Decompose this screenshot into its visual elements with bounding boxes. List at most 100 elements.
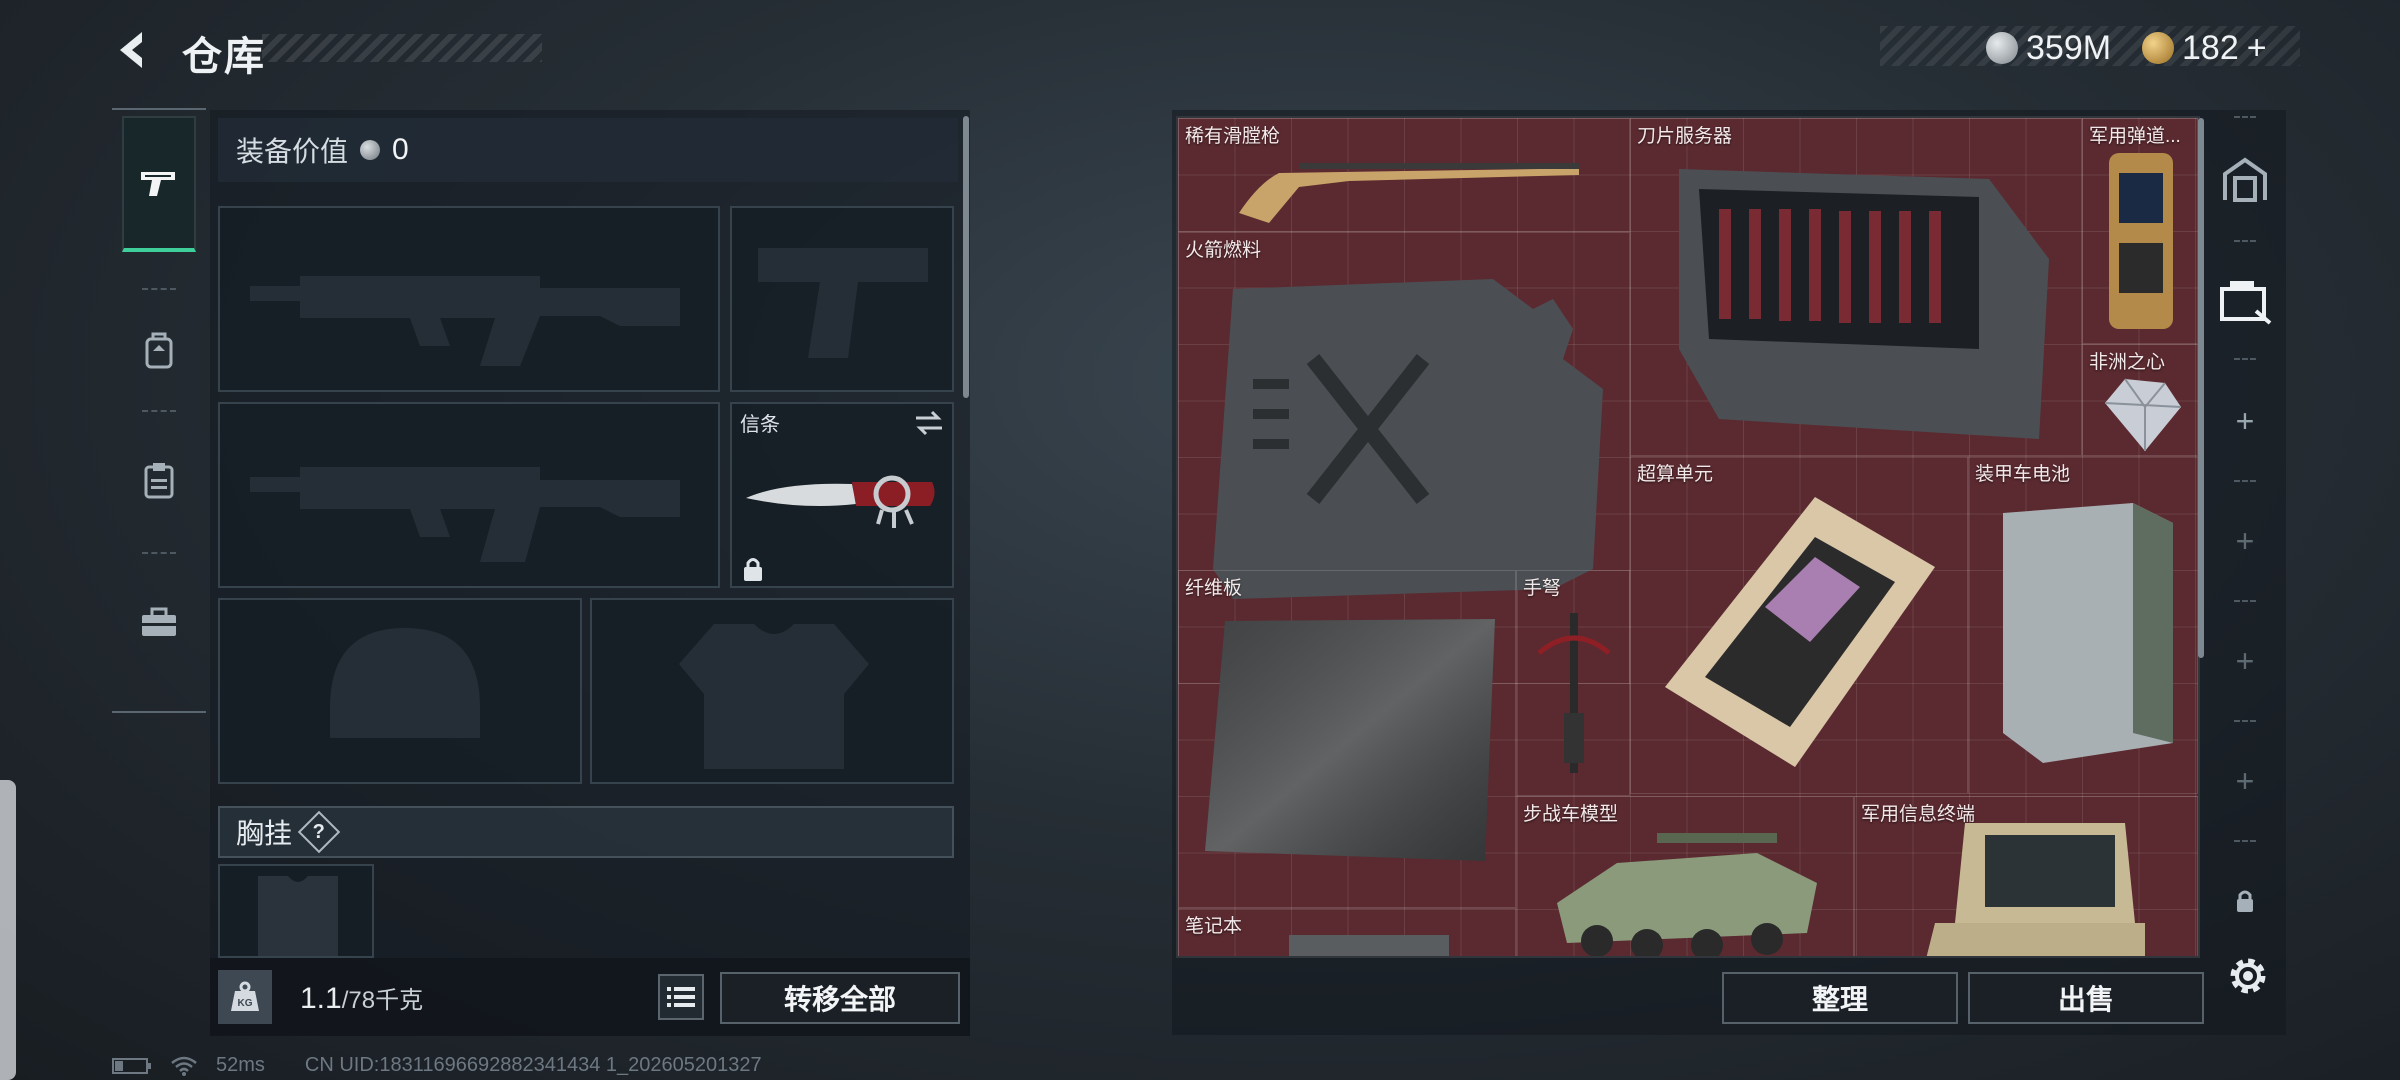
melee-slot[interactable]: 信条 [730, 402, 954, 588]
stash-item-military-terminal[interactable]: 军用信息终端 [1854, 796, 2198, 956]
equipment-value-label: 装备价值 [236, 136, 349, 167]
weight-max: /78千克 [341, 987, 424, 1014]
diamond-icon [2104, 378, 2182, 451]
cash-register-icon [2220, 281, 2272, 325]
category-tools[interactable] [122, 580, 196, 664]
stash-scrollbar[interactable] [2198, 118, 2204, 658]
stash-tab-add-2[interactable]: + [2208, 486, 2282, 596]
chest-rig-header: 胸挂 ? [218, 806, 954, 858]
carry-weight: 1.1/78千克 [300, 980, 423, 1016]
page-title: 仓库 [182, 35, 266, 79]
clipboard-icon [144, 463, 174, 499]
add-gold-button[interactable]: + [2247, 29, 2267, 68]
stash-tab-add-1[interactable]: + [2208, 366, 2282, 476]
wifi-icon [171, 1056, 197, 1076]
settings-button[interactable] [2222, 950, 2274, 1002]
stash-item-fiberboard[interactable]: 纤维板 [1178, 570, 1516, 908]
stash-grid: 稀有滑膛枪 刀片服务器 军用弹道... 火箭燃料 非洲之心 超算单元 装甲车电池… [1176, 116, 2200, 958]
helmet-silhouette-icon [330, 628, 480, 738]
backpack-icon [145, 332, 173, 369]
stash-item-blade-server[interactable]: 刀片服务器 [1630, 118, 2082, 456]
stash-item-ifv-model[interactable]: 步战车模型 [1516, 796, 1854, 956]
stash-item-apc-battery[interactable]: 装甲车电池 [1968, 456, 2198, 794]
crossbow-icon [1537, 613, 1611, 773]
sort-button[interactable]: 整理 [1722, 972, 1958, 1024]
list-view-button[interactable] [658, 974, 704, 1020]
toolbox-icon [142, 607, 176, 636]
svg-text:KG: KG [238, 998, 253, 1009]
stash-tab-add-3[interactable]: + [2208, 606, 2282, 716]
stash-tab-vault[interactable] [2208, 124, 2282, 234]
stash-tab-add-4[interactable]: + [2208, 726, 2282, 836]
gold-amount: 182 [2182, 28, 2239, 67]
stash-item-hand-crossbow[interactable]: 手弩 [1516, 570, 1630, 796]
carbon-fiber-board-icon [1205, 619, 1495, 861]
stash-tab-locked[interactable] [2208, 846, 2282, 956]
musket-icon [1239, 163, 1579, 223]
ifv-model-icon [1557, 833, 1817, 956]
melee-slot-label: 信条 [740, 414, 780, 436]
armor-silhouette-icon [679, 624, 869, 769]
chest-rig-slot[interactable] [218, 864, 374, 958]
plus-icon: + [2235, 402, 2255, 439]
back-arrow-icon [120, 32, 142, 68]
stash-item-laptop[interactable]: 笔记本 [1178, 908, 1516, 956]
back-button[interactable] [112, 28, 156, 72]
stash-item-diamond[interactable]: 非洲之心 [2082, 344, 2198, 456]
equipment-value: 0 [392, 133, 409, 166]
category-tasks[interactable] [122, 438, 196, 522]
laptop-icon [1289, 935, 1449, 956]
lock-icon [744, 558, 762, 581]
silver-coin-icon [360, 140, 381, 160]
plus-icon: + [2235, 642, 2255, 679]
stash-side-rail: + + + + [2208, 116, 2282, 956]
chest-rig-help-button[interactable]: ? [297, 810, 341, 854]
chest-rig-label: 胸挂 [236, 818, 293, 849]
sell-button[interactable]: 出售 [1968, 972, 2204, 1024]
plus-icon: + [2235, 762, 2255, 799]
knife-icon [746, 475, 935, 528]
primary-weapon-slot-2[interactable] [218, 402, 720, 588]
equipment-scrollbar[interactable] [963, 116, 969, 398]
armor-slot[interactable] [590, 598, 954, 784]
rifle-silhouette-icon [250, 467, 680, 562]
transfer-all-button[interactable]: 转移全部 [720, 972, 960, 1024]
chest-rig-silhouette-icon [258, 876, 338, 956]
swap-icon[interactable] [914, 410, 944, 436]
ballistic-computer-icon [2109, 153, 2173, 329]
status-bar: 52ms CN UID:18311696692882341434 1_20260… [112, 1054, 762, 1077]
lock-icon [2237, 890, 2253, 912]
equipment-value-bar: 装备价值 0 [218, 118, 958, 182]
pistol-icon [141, 172, 175, 196]
category-backpack[interactable] [122, 308, 196, 392]
pistol-silhouette-icon [758, 248, 928, 358]
pistol-slot[interactable] [730, 206, 954, 392]
kg-weight-icon: KG [218, 970, 272, 1024]
battery-status-icon [112, 1057, 151, 1074]
weight-current: 1.1 [300, 982, 342, 1015]
stash-item-ballistic-computer[interactable]: 军用弹道... [2082, 118, 2198, 344]
supercomputer-board-icon [1665, 497, 1935, 767]
gold-currency[interactable]: 182 + [2142, 28, 2267, 68]
rifle-silhouette-icon [250, 276, 680, 366]
stash-item-supercomputer-unit[interactable]: 超算单元 [1630, 456, 1968, 794]
gold-coin-icon [2142, 32, 2174, 64]
blade-server-icon [1679, 169, 2049, 439]
primary-weapon-slot-1[interactable] [218, 206, 720, 392]
category-weapons[interactable] [122, 116, 196, 252]
stash-tab-trade[interactable] [2208, 246, 2282, 356]
military-terminal-icon [1926, 823, 2145, 956]
helmet-slot[interactable] [218, 598, 582, 784]
title-decoration [262, 34, 542, 62]
list-icon [667, 987, 695, 1007]
silver-amount: 359M [2026, 28, 2112, 67]
vault-icon [2223, 157, 2267, 202]
category-rail [112, 108, 206, 713]
uid-text: CN UID:18311696692882341434 1_2026052013… [304, 1054, 762, 1076]
stash-item-musket[interactable]: 稀有滑膛枪 [1178, 118, 1630, 232]
silver-coin-icon [1986, 32, 2018, 64]
silver-currency: 359M [1986, 28, 2111, 68]
plus-icon: + [2235, 522, 2255, 559]
side-drawer-handle[interactable] [0, 780, 16, 1080]
ping-text: 52ms [216, 1054, 265, 1076]
